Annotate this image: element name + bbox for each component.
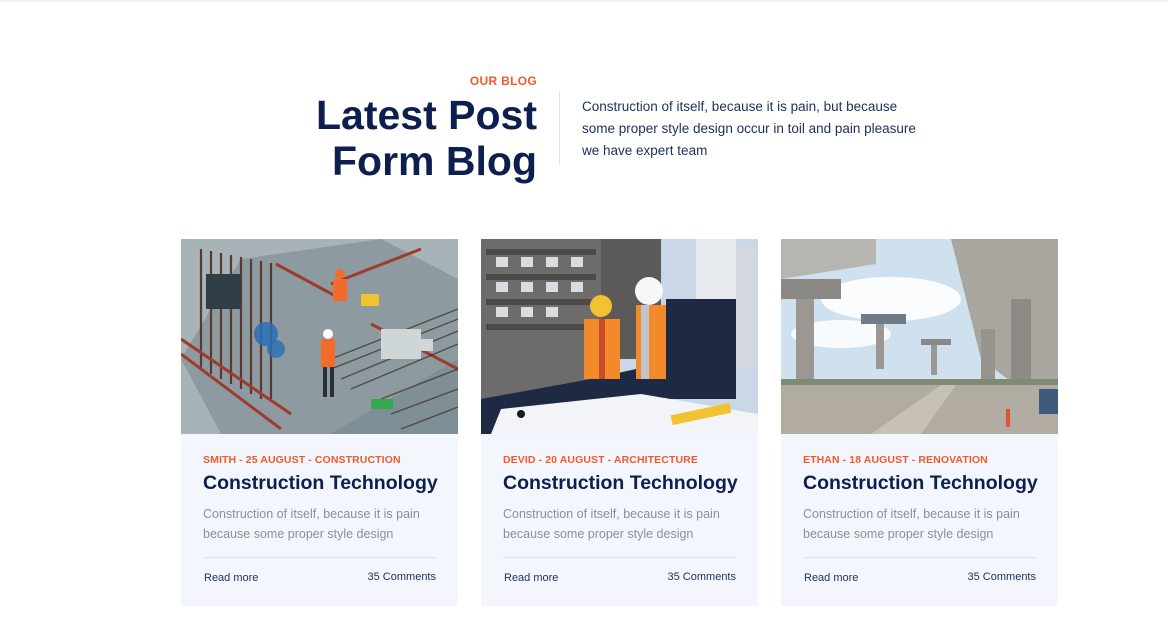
section-title-line2: Form Blog [332, 138, 537, 184]
section-description: Construction of itself, because it is pa… [582, 99, 916, 158]
heading-divider [559, 92, 560, 166]
comments-link[interactable]: 35 Comments [668, 571, 736, 583]
post-meta: SMITH - 25 AUGUST - CONSTRUCTION [203, 454, 401, 466]
card-body: DEVID - 20 AUGUST - ARCHITECTURE Constru… [503, 454, 738, 584]
top-border [0, 0, 1168, 2]
engineers-reviewing-plans-photo[interactable] [481, 239, 758, 434]
blog-card[interactable]: DEVID - 20 AUGUST - ARCHITECTURE Constru… [481, 239, 758, 606]
read-more-link[interactable]: Read more [504, 572, 558, 584]
post-meta: DEVID - 20 AUGUST - ARCHITECTURE [503, 454, 698, 466]
comments-link[interactable]: 35 Comments [368, 571, 436, 583]
post-excerpt: Construction of itself, because it is pa… [203, 507, 420, 541]
post-title[interactable]: Construction Technology [203, 472, 438, 495]
section-title: Latest Post Form Blog [300, 92, 537, 184]
bridge-construction-photo[interactable] [781, 239, 1058, 434]
read-more-link[interactable]: Read more [204, 572, 258, 584]
post-title[interactable]: Construction Technology [803, 472, 1038, 495]
card-divider [803, 557, 1036, 558]
card-divider [203, 557, 436, 558]
card-body: SMITH - 25 AUGUST - CONSTRUCTION Constru… [203, 454, 438, 584]
post-excerpt: Construction of itself, because it is pa… [803, 507, 1020, 541]
section-heading: OUR BLOG Latest Post Form Blog [300, 74, 537, 184]
section-eyebrow: OUR BLOG [469, 74, 537, 88]
post-meta: ETHAN - 18 AUGUST - RENOVATION [803, 454, 988, 466]
card-body: ETHAN - 18 AUGUST - RENOVATION Construct… [803, 454, 1038, 584]
comments-link[interactable]: 35 Comments [968, 571, 1036, 583]
post-title[interactable]: Construction Technology [503, 472, 738, 495]
post-excerpt: Construction of itself, because it is pa… [503, 507, 720, 541]
blog-card[interactable]: ETHAN - 18 AUGUST - RENOVATION Construct… [781, 239, 1058, 606]
blog-card[interactable]: SMITH - 25 AUGUST - CONSTRUCTION Constru… [181, 239, 458, 606]
section-title-line1: Latest Post [316, 92, 537, 138]
card-divider [503, 557, 736, 558]
read-more-link[interactable]: Read more [804, 572, 858, 584]
rebar-site-workers-photo[interactable] [181, 239, 458, 434]
